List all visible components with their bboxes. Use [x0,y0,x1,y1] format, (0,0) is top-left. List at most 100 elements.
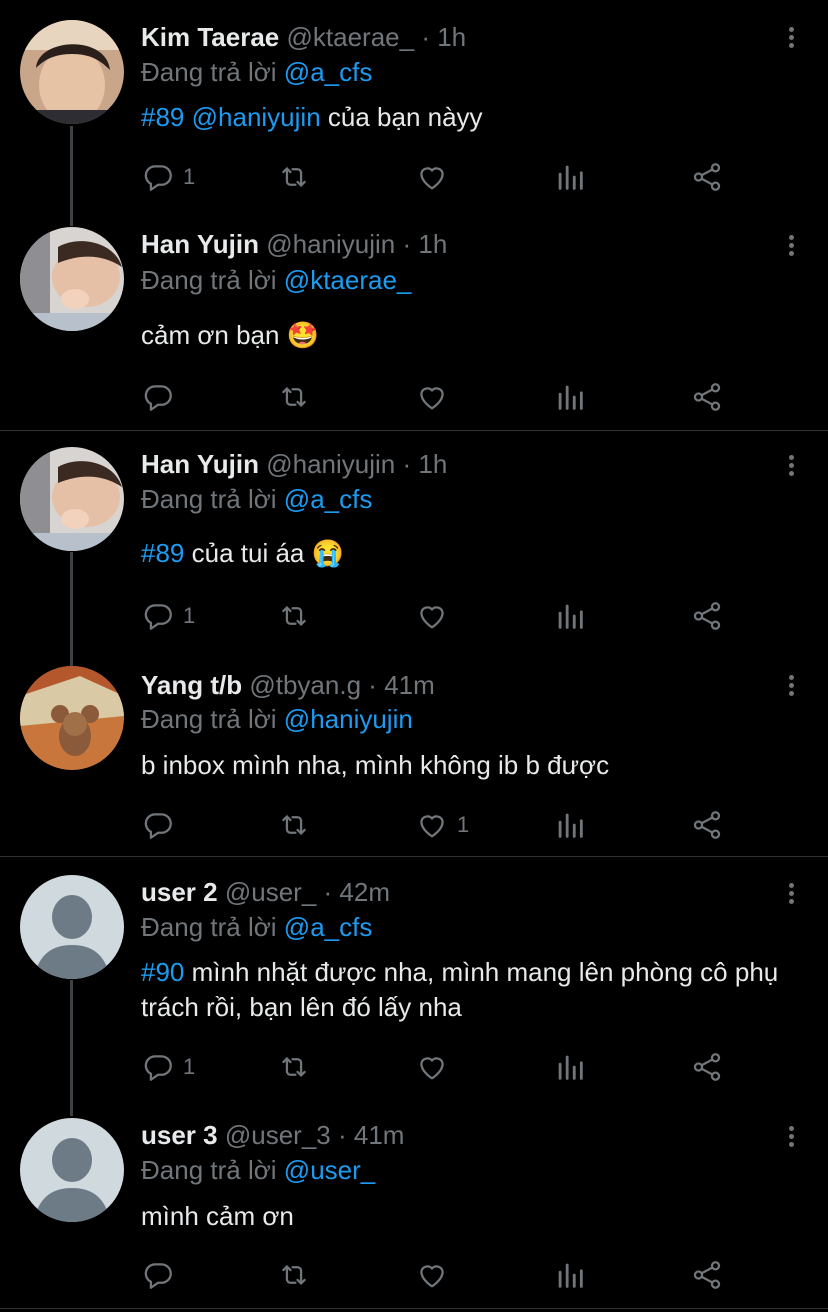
more-options-icon[interactable] [784,24,798,51]
timestamp[interactable]: 41m [384,670,435,700]
username[interactable]: @tbyan.g [249,670,361,700]
username[interactable]: @user_ [225,877,316,907]
hashtag-link[interactable]: #90 [141,957,184,987]
share-icon [690,380,724,414]
heart-icon [415,599,449,633]
action-bar: 1 [0,805,828,845]
tweet[interactable]: Kim Taerae @ktaerae_ · 1h Đang trả lời @… [0,0,828,215]
more-options-icon[interactable] [784,452,798,479]
reply-mention-link[interactable]: @haniyujin [284,704,413,734]
reply-mention-link[interactable]: @a_cfs [284,484,373,514]
separator-dot: · [323,877,333,907]
display-name[interactable]: Han Yujin [141,449,259,479]
stats-icon [553,160,587,194]
views-button[interactable] [553,377,587,417]
tweet-text-content: của bạn nàyy [327,102,483,132]
reply-mention-link[interactable]: @user_ [284,1155,375,1185]
timestamp[interactable]: 41m [354,1120,405,1150]
display-name[interactable]: Yang t/b [141,670,242,700]
action-bar [0,377,828,417]
reply-button[interactable]: 1 [141,157,195,197]
like-button[interactable] [415,596,457,636]
tweet-text-content: b inbox mình nha, mình không ib b được [141,750,610,780]
username[interactable]: @ktaerae_ [287,22,415,52]
reply-button[interactable] [141,1255,183,1295]
avatar[interactable] [20,227,124,331]
timestamp[interactable]: 1h [418,449,447,479]
username[interactable]: @user_3 [225,1120,331,1150]
tweet-header: Han Yujin @haniyujin · 1h [141,449,447,479]
views-button[interactable] [553,1255,587,1295]
avatar[interactable] [20,447,124,551]
tweet[interactable]: Yang t/b @tbyan.g · 41m Đang trả lời @ha… [0,646,828,856]
views-button[interactable] [553,157,587,197]
like-button[interactable] [415,1255,457,1295]
tweet[interactable]: Han Yujin @haniyujin · 1h Đang trả lời @… [0,215,828,430]
stats-icon [553,599,587,633]
more-options-icon[interactable] [784,880,798,907]
tweet[interactable]: Han Yujin @haniyujin · 1h Đang trả lời @… [0,431,828,646]
retweet-button[interactable] [277,1255,311,1295]
timestamp[interactable]: 1h [437,22,466,52]
stats-icon [553,380,587,414]
display-name[interactable]: user 2 [141,877,218,907]
timestamp[interactable]: 1h [418,229,447,259]
username[interactable]: @haniyujin [266,449,395,479]
reply-icon [141,160,175,194]
more-options-icon[interactable] [784,672,798,699]
display-name[interactable]: user 3 [141,1120,218,1150]
timestamp[interactable]: 42m [339,877,390,907]
avatar[interactable] [20,1118,124,1222]
reply-button[interactable]: 1 [141,596,195,636]
like-button[interactable]: 1 [415,805,469,845]
separator-dot: · [402,449,412,479]
display-name[interactable]: Kim Taerae [141,22,279,52]
tweet[interactable]: user 2 @user_ · 42m Đang trả lời @a_cfs … [0,857,828,1102]
share-button[interactable] [690,805,724,845]
replying-to-label: Đang trả lời [141,704,277,734]
more-options-icon[interactable] [784,232,798,259]
hashtag-link[interactable]: #89 [141,102,184,132]
heart-icon [415,380,449,414]
default-avatar-icon [20,875,124,979]
views-button[interactable] [553,1047,587,1087]
replying-to: Đang trả lời @a_cfs [141,912,372,942]
retweet-button[interactable] [277,157,311,197]
replying-to-label: Đang trả lời [141,265,277,295]
username[interactable]: @haniyujin [266,229,395,259]
share-button[interactable] [690,1047,724,1087]
like-button[interactable] [415,1047,457,1087]
tweet[interactable]: user 3 @user_3 · 41m Đang trả lời @user_… [0,1102,828,1308]
mention-link[interactable]: @haniyujin [192,102,321,132]
retweet-button[interactable] [277,377,311,417]
hashtag-link[interactable]: #89 [141,538,184,568]
retweet-button[interactable] [277,1047,311,1087]
share-button[interactable] [690,1255,724,1295]
reply-mention-link[interactable]: @a_cfs [284,57,373,87]
like-button[interactable] [415,157,457,197]
retweet-button[interactable] [277,805,311,845]
reply-button[interactable] [141,377,183,417]
tweet-text-content: mình nhặt được nha, mình mang lên phòng … [141,957,779,1022]
retweet-button[interactable] [277,596,311,636]
replying-to-label: Đang trả lời [141,1155,277,1185]
reply-mention-link[interactable]: @a_cfs [284,912,373,942]
like-button[interactable] [415,377,457,417]
more-options-icon[interactable] [784,1123,798,1150]
avatar[interactable] [20,20,124,124]
views-button[interactable] [553,596,587,636]
reply-button[interactable] [141,805,183,845]
retweet-icon [277,808,311,842]
avatar[interactable] [20,875,124,979]
reply-icon [141,599,175,633]
reply-mention-link[interactable]: @ktaerae_ [284,265,412,295]
share-button[interactable] [690,377,724,417]
retweet-icon [277,1258,311,1292]
display-name[interactable]: Han Yujin [141,229,259,259]
views-button[interactable] [553,805,587,845]
share-button[interactable] [690,596,724,636]
avatar[interactable] [20,666,124,770]
reply-button[interactable]: 1 [141,1047,195,1087]
default-avatar-icon [20,1118,124,1222]
share-button[interactable] [690,157,724,197]
